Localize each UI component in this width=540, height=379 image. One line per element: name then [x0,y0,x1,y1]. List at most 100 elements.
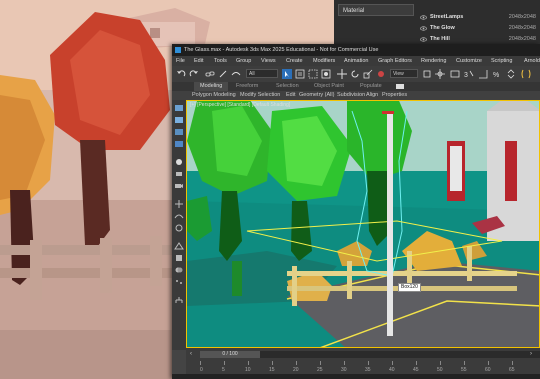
spinner-snap-icon[interactable] [506,69,516,79]
rect-selection-icon[interactable] [308,69,318,79]
ribbon-geometry-all[interactable]: Geometry (All) [299,91,334,100]
link-icon[interactable] [205,69,215,79]
scene-explorer-icon[interactable] [174,104,184,112]
tick-label: 60 [485,367,491,373]
rotate-icon[interactable] [350,69,360,79]
bind-spacewarp-icon[interactable] [231,69,241,79]
perspective-viewport[interactable] [186,100,540,348]
particle-icon[interactable] [174,278,184,286]
object-list-icon[interactable] [174,128,184,136]
layer-explorer-icon[interactable] [174,116,184,124]
menu-graph-editors[interactable]: Graph Editors [378,56,412,66]
menu-customize[interactable]: Customize [456,56,482,66]
render-setup-icon[interactable] [174,170,184,178]
material-row[interactable]: The Glow 2048x2048 [418,23,540,34]
title-bar: The Glass.max - Autodesk 3ds Max 2025 Ed… [172,44,540,56]
menu-file[interactable]: File [176,56,185,66]
ribbon-options-icon[interactable] [396,84,404,89]
tick-label: 10 [245,367,251,373]
unlink-icon[interactable] [218,69,228,79]
ribbon-align[interactable]: Align [366,91,378,100]
shape-icon[interactable] [174,242,184,250]
material-row[interactable]: StreetLamps 2048x2048 [418,12,540,23]
menu-arnold[interactable]: Arnold [524,56,540,66]
viewport-scene [187,101,539,347]
svg-text:3: 3 [464,72,468,79]
spacewarp-icon[interactable] [174,212,184,220]
tick [512,361,513,365]
light-icon[interactable] [174,158,184,166]
angle-snap-icon[interactable] [478,69,488,79]
undo-icon[interactable] [176,69,186,79]
material-resolution: 2048x2048 [508,25,536,31]
status-bar [172,374,540,379]
ribbon-tabs: Modeling Freeform Selection Object Paint… [172,82,540,91]
tick [488,361,489,365]
ribbon-edit[interactable]: Edit [286,91,295,100]
menu-views[interactable]: Views [261,56,276,66]
window-crossing-icon[interactable] [321,69,331,79]
left-toolbar [172,100,186,350]
edit-named-selection-icon[interactable] [521,69,531,79]
time-slider[interactable]: 0 / 100 [200,351,540,358]
ribbon-modify-selection[interactable]: Modify Selection [240,91,280,100]
tab-populate[interactable]: Populate [360,82,382,91]
menu-edit[interactable]: Edit [194,56,203,66]
tick [272,361,273,365]
next-frame-icon[interactable]: › [530,351,538,358]
time-slider-thumb[interactable]: 0 / 100 [200,351,260,358]
tab-freeform[interactable]: Freeform [236,82,258,91]
menu-tools[interactable]: Tools [214,56,227,66]
scale-icon[interactable] [363,69,373,79]
tick [392,361,393,365]
menu-modifiers[interactable]: Modifiers [313,56,335,66]
redo-icon[interactable] [189,69,199,79]
viewport-label[interactable]: [+] [Perspective] [Standard] [Default Sh… [190,102,290,108]
geometry-icon[interactable] [174,254,184,262]
menu-create[interactable]: Create [286,56,303,66]
material-name: StreetLamps [430,14,464,20]
tick [416,361,417,365]
tab-object-paint[interactable]: Object Paint [314,82,344,91]
move-icon[interactable] [337,69,347,79]
track-bar[interactable]: 0 5 10 15 20 25 30 35 40 45 50 55 60 65 [200,361,540,375]
menu-group[interactable]: Group [236,56,251,66]
menu-animation[interactable]: Animation [344,56,368,66]
tab-modeling[interactable]: Modeling [194,82,229,91]
tab-selection[interactable]: Selection [276,82,299,91]
eye-icon[interactable] [420,36,427,43]
tick [368,361,369,365]
prev-frame-icon[interactable]: ‹ [190,351,198,358]
place-icon[interactable] [376,69,386,79]
tick [200,361,201,365]
percent-snap-icon[interactable]: % [492,69,502,79]
menu-scripting[interactable]: Scripting [491,56,512,66]
tick [464,361,465,365]
compound-icon[interactable] [174,266,184,274]
tick-label: 25 [317,367,323,373]
ribbon-polygon-modeling[interactable]: Polygon Modeling [192,91,236,100]
menu-rendering[interactable]: Rendering [421,56,446,66]
helper-icon[interactable] [174,200,184,208]
object-tooltip: Box120 [398,283,421,292]
reference-coord-dropdown[interactable]: View [390,69,418,78]
isolate-icon[interactable] [174,140,184,148]
selection-filter-dropdown[interactable]: All [246,69,278,78]
tick-label: 35 [365,367,371,373]
keyboard-shortcut-icon[interactable] [450,69,460,79]
ribbon-properties[interactable]: Properties [382,91,407,100]
snap-3d-icon[interactable]: 3 [464,69,474,79]
material-dropdown[interactable]: Material [338,4,414,16]
select-object-icon[interactable] [282,69,292,79]
tick-label: 0 [200,367,203,373]
camera-icon[interactable] [174,182,184,190]
select-by-name-icon[interactable] [295,69,305,79]
ribbon-subdivision[interactable]: Subdivision [337,91,365,100]
tick-label: 50 [437,367,443,373]
hierarchy-icon[interactable] [174,296,184,304]
select-manipulate-icon[interactable] [435,69,445,79]
pivot-center-icon[interactable] [422,69,432,79]
systems-icon[interactable] [174,224,184,232]
eye-icon[interactable] [420,14,427,21]
eye-icon[interactable] [420,25,427,32]
